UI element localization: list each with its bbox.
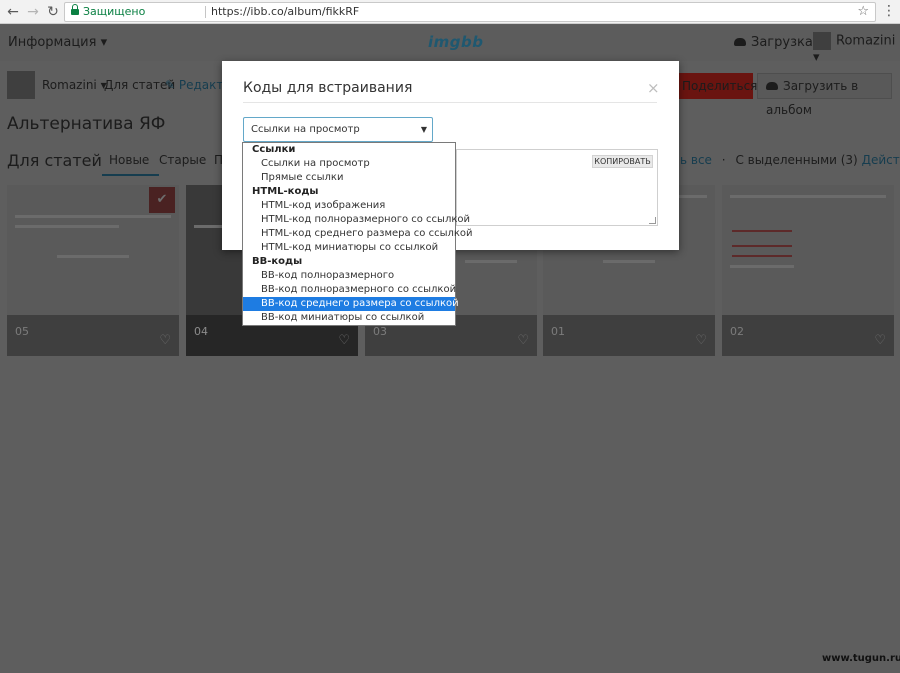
upload-to-album-label: Загрузить в альбом bbox=[766, 79, 859, 117]
watermark: www.tugun.ru bbox=[822, 653, 900, 664]
selected-count: С выделенными (3) bbox=[735, 153, 858, 167]
option[interactable]: BB-код полноразмерного со ссылкой bbox=[243, 283, 456, 297]
option-group-label: BB-коды bbox=[252, 256, 303, 267]
heart-icon[interactable]: ♡ bbox=[338, 333, 350, 348]
upload-link-label: Загрузка bbox=[751, 35, 813, 50]
avatar bbox=[813, 32, 831, 50]
close-icon[interactable]: × bbox=[647, 79, 660, 97]
image-number: 03 bbox=[373, 325, 387, 338]
tab-new[interactable]: Новые bbox=[109, 153, 149, 167]
divider bbox=[205, 6, 206, 18]
option-highlighted[interactable]: BB-код среднего размера со ссылкой bbox=[243, 297, 459, 311]
address-bar[interactable]: Защищено https://ibb.co/album/fikkRF ☆ bbox=[64, 2, 876, 22]
image-footer bbox=[543, 315, 715, 356]
heart-icon[interactable]: ♡ bbox=[695, 333, 707, 348]
image-thumbnail bbox=[722, 185, 894, 315]
active-tab-underline bbox=[102, 174, 159, 176]
browser-menu-icon[interactable]: ⋮ bbox=[882, 3, 896, 19]
profile-avatar[interactable] bbox=[7, 71, 35, 99]
info-menu[interactable]: Информация ▾ bbox=[8, 35, 107, 50]
check-icon[interactable]: ✔ bbox=[149, 187, 175, 213]
secure-label: Защищено bbox=[83, 5, 146, 18]
forward-icon[interactable]: → bbox=[24, 3, 42, 21]
upload-link[interactable]: Загрузка bbox=[734, 35, 813, 50]
upload-to-album-button[interactable]: Загрузить в альбом bbox=[757, 73, 892, 117]
share-button[interactable]: Поделиться bbox=[672, 73, 757, 99]
modal-title: Коды для встраивания bbox=[243, 80, 413, 96]
image-number: 02 bbox=[730, 325, 744, 338]
separator: · bbox=[721, 153, 726, 167]
option-group-label: HTML-коды bbox=[252, 186, 319, 197]
option[interactable]: HTML-код миниатюры со ссылкой bbox=[243, 241, 455, 255]
image-card[interactable]: 02 ♡ bbox=[722, 185, 894, 356]
option[interactable]: Ссылки на просмотр bbox=[243, 157, 455, 171]
heart-icon[interactable]: ♡ bbox=[517, 333, 529, 348]
caret-down-icon: ▼ bbox=[420, 125, 427, 134]
action-menu[interactable]: Действие ▾ bbox=[862, 153, 900, 167]
url-text[interactable]: https://ibb.co/album/fikkRF bbox=[211, 3, 359, 21]
profile-user-name[interactable]: Romazini ▾ bbox=[42, 78, 107, 92]
cloud-upload-icon bbox=[734, 38, 746, 46]
option[interactable]: HTML-код полноразмерного со ссылкой bbox=[243, 213, 470, 227]
image-number: 05 bbox=[15, 325, 29, 338]
tab-album-name[interactable]: Для статей bbox=[7, 151, 102, 170]
select-value: Ссылки на просмотр bbox=[251, 124, 360, 135]
option[interactable]: BB-код миниатюры со ссылкой bbox=[243, 311, 455, 325]
cloud-upload-icon bbox=[766, 82, 778, 90]
album-title: Альтернатива ЯФ bbox=[7, 114, 166, 134]
reload-icon[interactable]: ↻ bbox=[44, 3, 62, 21]
selection-tools: ь все · С выделенными (3) Действие ▾ bbox=[680, 153, 900, 167]
embed-type-options: Ссылки Ссылки на просмотр Прямые ссылки … bbox=[242, 142, 473, 326]
site-logo[interactable]: imgbb bbox=[428, 33, 483, 51]
embed-type-select[interactable]: Ссылки на просмотр ▼ bbox=[243, 117, 433, 142]
heart-icon[interactable]: ♡ bbox=[874, 333, 886, 348]
tab-old[interactable]: Старые bbox=[159, 153, 206, 167]
image-footer bbox=[722, 315, 894, 356]
option[interactable]: BB-код полноразмерного bbox=[243, 269, 455, 283]
heart-icon[interactable]: ♡ bbox=[159, 333, 171, 348]
site-header: Информация ▾ imgbb Загрузка Romazini ▾ bbox=[0, 25, 900, 65]
bookmark-star-icon[interactable]: ☆ bbox=[857, 3, 869, 21]
image-number: 01 bbox=[551, 325, 565, 338]
modal-divider bbox=[243, 102, 657, 103]
back-icon[interactable]: ← bbox=[4, 3, 22, 21]
option[interactable]: Прямые ссылки bbox=[243, 171, 455, 185]
browser-toolbar: ← → ↻ Защищено https://ibb.co/album/fikk… bbox=[0, 0, 900, 24]
lock-icon bbox=[71, 4, 79, 16]
user-menu[interactable]: Romazini ▾ bbox=[813, 32, 900, 65]
image-number: 04 bbox=[194, 325, 208, 338]
option[interactable]: HTML-код среднего размера со ссылкой bbox=[243, 227, 473, 241]
image-card[interactable]: ✔ 05 ♡ bbox=[7, 185, 179, 356]
select-all-link[interactable]: ь все bbox=[680, 153, 712, 167]
resize-handle-icon[interactable] bbox=[649, 217, 656, 224]
option-group-label: Ссылки bbox=[252, 144, 296, 155]
image-footer bbox=[7, 315, 179, 356]
copy-button[interactable]: КОПИРОВАТЬ bbox=[592, 155, 653, 168]
option[interactable]: HTML-код изображения bbox=[243, 199, 455, 213]
